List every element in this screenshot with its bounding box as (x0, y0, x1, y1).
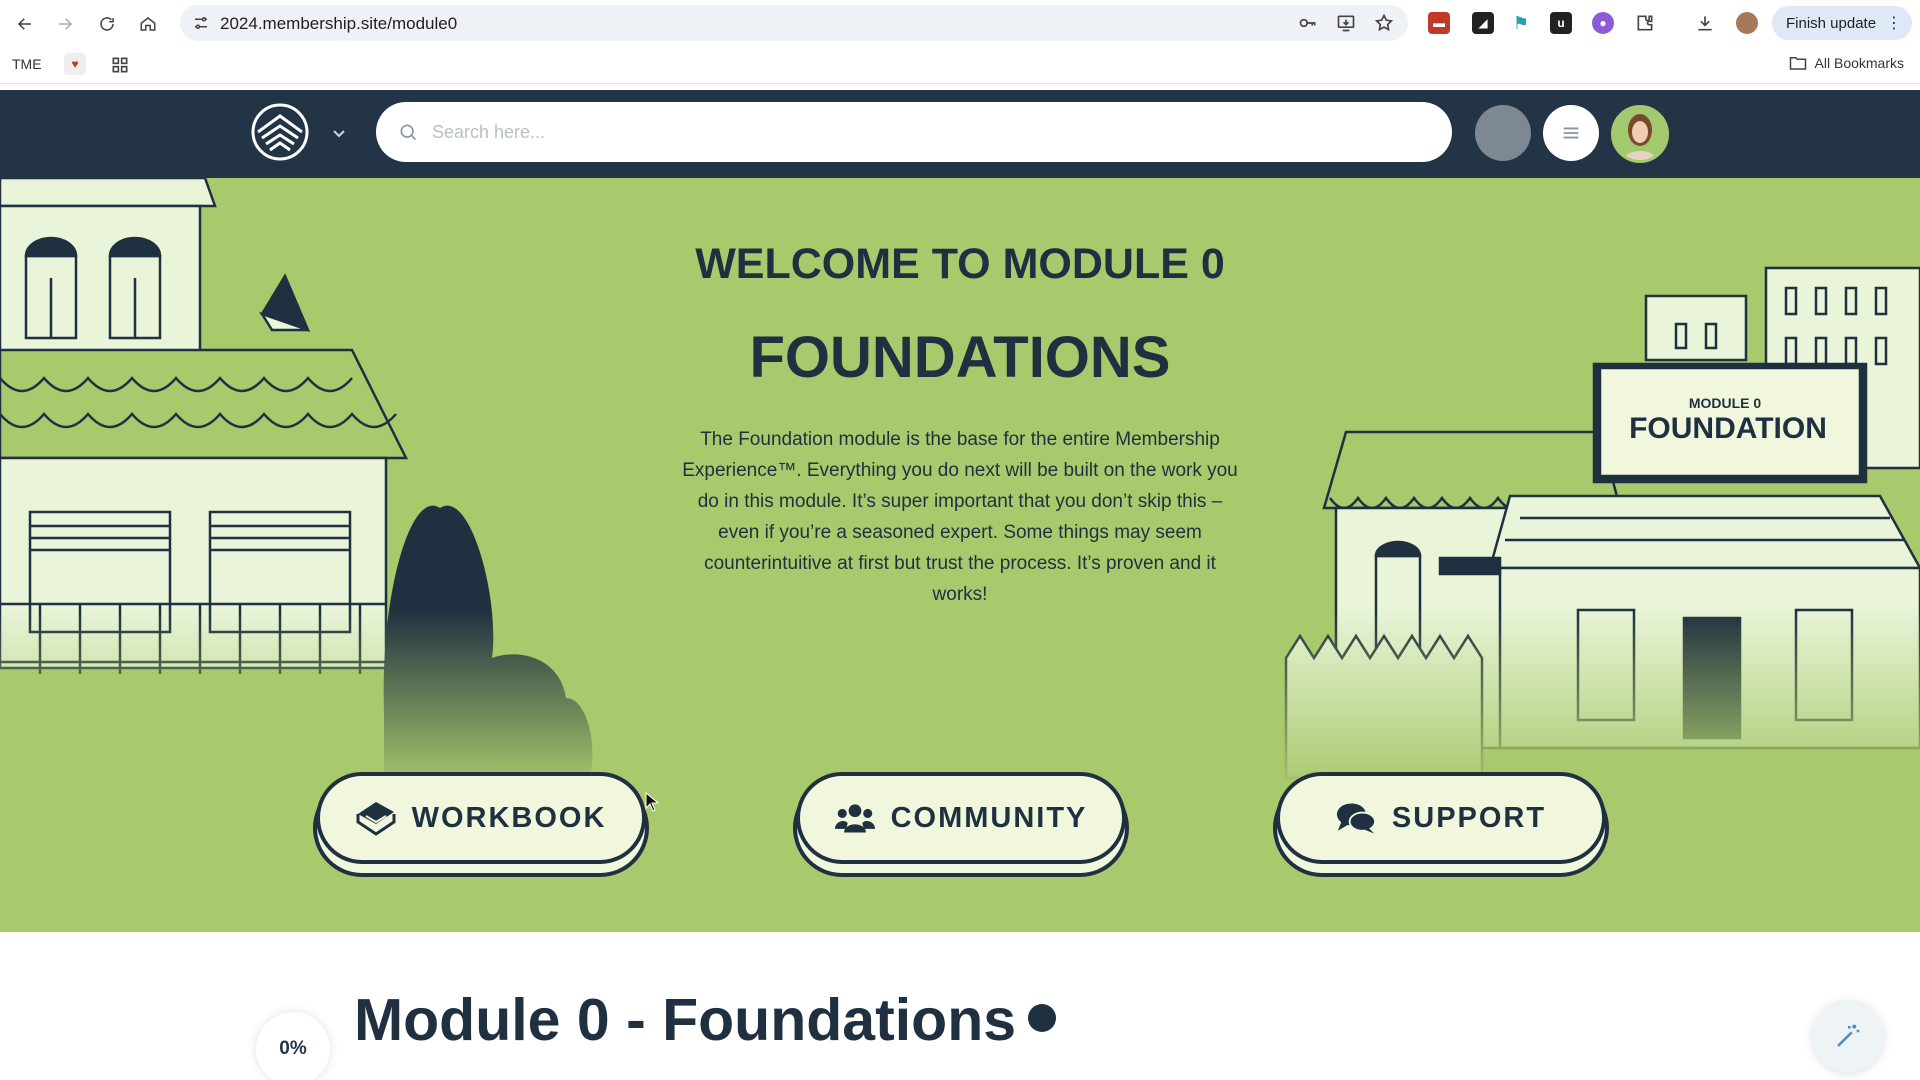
progress-label: 0% (279, 1038, 307, 1059)
extension-teal-icon[interactable]: ⚑ (1510, 12, 1532, 34)
forward-arrow-icon[interactable] (52, 11, 78, 37)
welcome-heading: WELCOME TO MODULE 0 (695, 240, 1225, 288)
finish-update-label: Finish update (1786, 14, 1877, 32)
download-icon[interactable] (1694, 12, 1716, 34)
reload-icon[interactable] (94, 11, 120, 37)
user-photo-icon (1614, 108, 1666, 160)
bookmark-heart-icon[interactable]: ♥ (64, 53, 86, 75)
support-label: SUPPORT (1391, 801, 1547, 834)
status-dot-icon (1028, 1004, 1057, 1033)
extension-red-icon[interactable]: ▬ (1428, 12, 1450, 34)
finish-update-button[interactable]: Finish update ⋮ (1772, 6, 1912, 40)
url-text[interactable]: 2024.membership.site/module0 (220, 14, 457, 34)
extensions-puzzle-icon[interactable] (1634, 12, 1656, 34)
all-bookmarks-label: All Bookmarks (1814, 55, 1904, 71)
sign-line1: MODULE 0 (1689, 395, 1762, 411)
users-icon (834, 804, 875, 833)
progress-indicator: 0% (256, 1012, 330, 1080)
sign-line2: FOUNDATION (1629, 412, 1827, 445)
browser-toolbar: 2024.membership.site/module0 ▬ ◢ ⚑ u ● F… (0, 0, 1920, 46)
module-description: The Foundation module is the base for th… (682, 429, 1238, 605)
hamburger-menu-icon (1563, 127, 1579, 139)
notifications-button[interactable] (1475, 105, 1531, 161)
chevron-down-icon[interactable] (332, 126, 346, 140)
magic-wand-icon (1837, 1024, 1860, 1047)
apps-grid-icon[interactable] (110, 55, 130, 75)
community-label: COMMUNITY (890, 801, 1088, 834)
bookmark-star-icon[interactable] (1374, 13, 1394, 33)
module-section: 0% Module 0 - Foundations (0, 932, 1920, 1080)
extension-purple-icon[interactable]: ● (1592, 12, 1614, 34)
extension-dark-icon[interactable]: ◢ (1472, 12, 1494, 34)
menu-button[interactable] (1543, 105, 1599, 161)
extension-u-icon[interactable]: u (1550, 12, 1572, 34)
book-icon (356, 802, 396, 836)
search-bar[interactable] (376, 102, 1452, 162)
home-icon[interactable] (135, 11, 161, 37)
site-header (0, 90, 1920, 178)
foundations-heading: FOUNDATIONS (749, 325, 1171, 390)
address-bar[interactable]: 2024.membership.site/module0 (180, 5, 1408, 41)
back-arrow-icon[interactable] (12, 11, 38, 37)
community-button[interactable]: COMMUNITY (796, 772, 1126, 864)
workbook-label: WORKBOOK (411, 801, 607, 834)
module-title: Module 0 - Foundations (354, 986, 1057, 1054)
workbook-button[interactable]: WORKBOOK (316, 772, 646, 864)
search-icon (400, 124, 417, 141)
magic-wand-button[interactable] (1812, 1000, 1884, 1072)
mouse-cursor-icon (645, 792, 659, 812)
support-button[interactable]: SUPPORT (1276, 772, 1606, 864)
bookmark-tme[interactable]: TME (12, 56, 42, 72)
comments-icon (1336, 803, 1376, 834)
more-vert-icon[interactable]: ⋮ (1886, 13, 1902, 33)
user-avatar[interactable] (1611, 105, 1669, 163)
site-logo-icon[interactable] (250, 102, 310, 162)
all-bookmarks-folder[interactable]: All Bookmarks (1789, 55, 1904, 71)
profile-avatar-icon[interactable] (1736, 12, 1758, 34)
hero-section: MODULE 0 FOUNDATION WELCOME TO MODULE 0 … (0, 178, 1920, 932)
password-key-icon[interactable] (1298, 13, 1318, 33)
site-settings-icon[interactable] (192, 14, 210, 32)
search-input[interactable] (432, 116, 1412, 148)
folder-icon (1789, 57, 1806, 70)
module-title-text: Module 0 - Foundations (354, 987, 1017, 1053)
bookmarks-bar: TME ♥ All Bookmarks (0, 46, 1920, 84)
install-app-icon[interactable] (1336, 13, 1356, 33)
